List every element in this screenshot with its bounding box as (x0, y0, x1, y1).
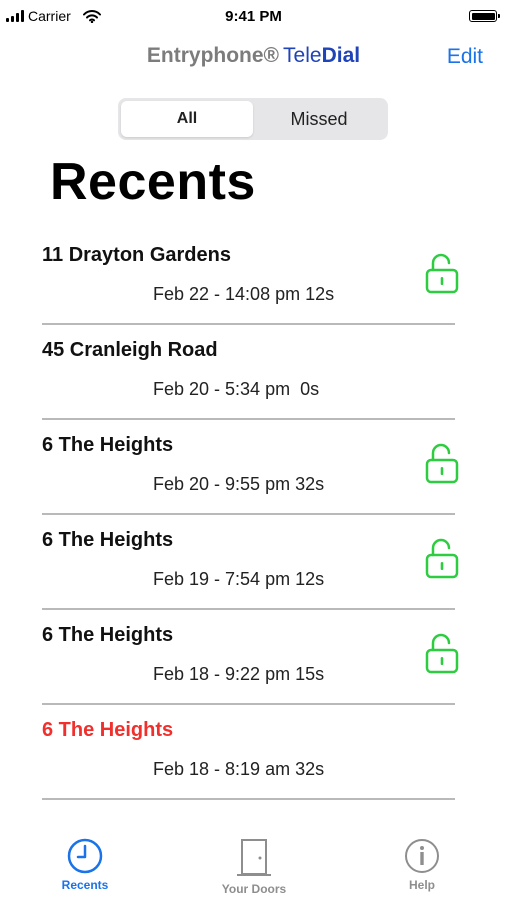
app-title-tele: Tele (283, 44, 322, 67)
row-divider (42, 608, 455, 610)
row-divider (42, 798, 455, 800)
segment-missed[interactable]: Missed (253, 101, 385, 137)
call-date-duration: Feb 20 - 5:34 pm 0s (153, 379, 320, 399)
call-location-name: 6 The Heights (42, 719, 174, 741)
unlock-icon[interactable] (424, 252, 460, 294)
segment-all[interactable]: All (121, 101, 253, 137)
recent-call-row[interactable]: 11 Drayton Gardens Feb 22 - 14:08 pm 12s (0, 232, 507, 327)
tab-your-doors-label: Your Doors (221, 882, 287, 896)
call-date-duration: Feb 19 - 7:54 pm 12s (153, 569, 325, 589)
unlock-icon[interactable] (424, 632, 460, 674)
tab-your-doors[interactable]: Your Doors (194, 838, 314, 896)
recent-call-row[interactable]: 6 The Heights Feb 18 - 9:22 pm 15s (0, 612, 507, 707)
status-bar: Carrier 9:41 PM (0, 0, 507, 32)
app-title-dial: Dial (321, 44, 361, 67)
app-title: Entryphone® TeleDial (0, 44, 507, 68)
recents-list: 11 Drayton Gardens Feb 22 - 14:08 pm 12s 4… (0, 232, 507, 802)
door-icon (237, 839, 271, 876)
recent-call-row[interactable]: 6 The Heights Feb 19 - 7:54 pm 12s (0, 517, 507, 612)
tab-recents[interactable]: Recents (25, 838, 145, 892)
recent-call-row[interactable]: 6 The Heights Feb 18 - 8:19 am 32s (0, 707, 507, 802)
tab-help-label: Help (408, 878, 435, 892)
app-title-brand: Entryphone® (146, 44, 280, 67)
call-location-name: 11 Drayton Gardens (42, 244, 231, 266)
call-location-name: 45 Cranleigh Road (42, 339, 218, 361)
call-date-duration: Feb 22 - 14:08 pm 12s (153, 284, 335, 304)
call-location-name: 6 The Heights (42, 529, 174, 551)
unlock-icon[interactable] (424, 537, 460, 579)
call-location-name: 6 The Heights (42, 624, 174, 646)
call-date-duration: Feb 20 - 9:55 pm 32s (153, 474, 325, 494)
recent-call-row[interactable]: 45 Cranleigh Road Feb 20 - 5:34 pm 0s (0, 327, 507, 422)
row-divider (42, 418, 455, 420)
call-date-duration: Feb 18 - 9:22 pm 15s (153, 664, 325, 684)
filter-segmented-control: All Missed (118, 98, 388, 140)
status-time: 9:41 PM (225, 8, 282, 25)
recent-call-row[interactable]: 6 The Heights Feb 20 - 9:55 pm 32s (0, 422, 507, 517)
unlock-icon[interactable] (424, 442, 460, 484)
row-divider (42, 323, 455, 325)
tab-bar: Recents Your Doors Help (0, 830, 507, 900)
call-date-duration: Feb 18 - 8:19 am 32s (153, 759, 325, 779)
edit-button[interactable]: Edit (447, 45, 483, 69)
row-divider (42, 513, 455, 515)
row-divider (42, 703, 455, 705)
tab-help[interactable]: Help (362, 838, 482, 892)
battery-icon (469, 10, 500, 22)
call-location-name: 6 The Heights (42, 434, 174, 456)
info-icon (405, 839, 439, 873)
page-title: Recents (50, 153, 256, 211)
clock-icon (67, 838, 103, 874)
tab-recents-label: Recents (61, 878, 109, 892)
